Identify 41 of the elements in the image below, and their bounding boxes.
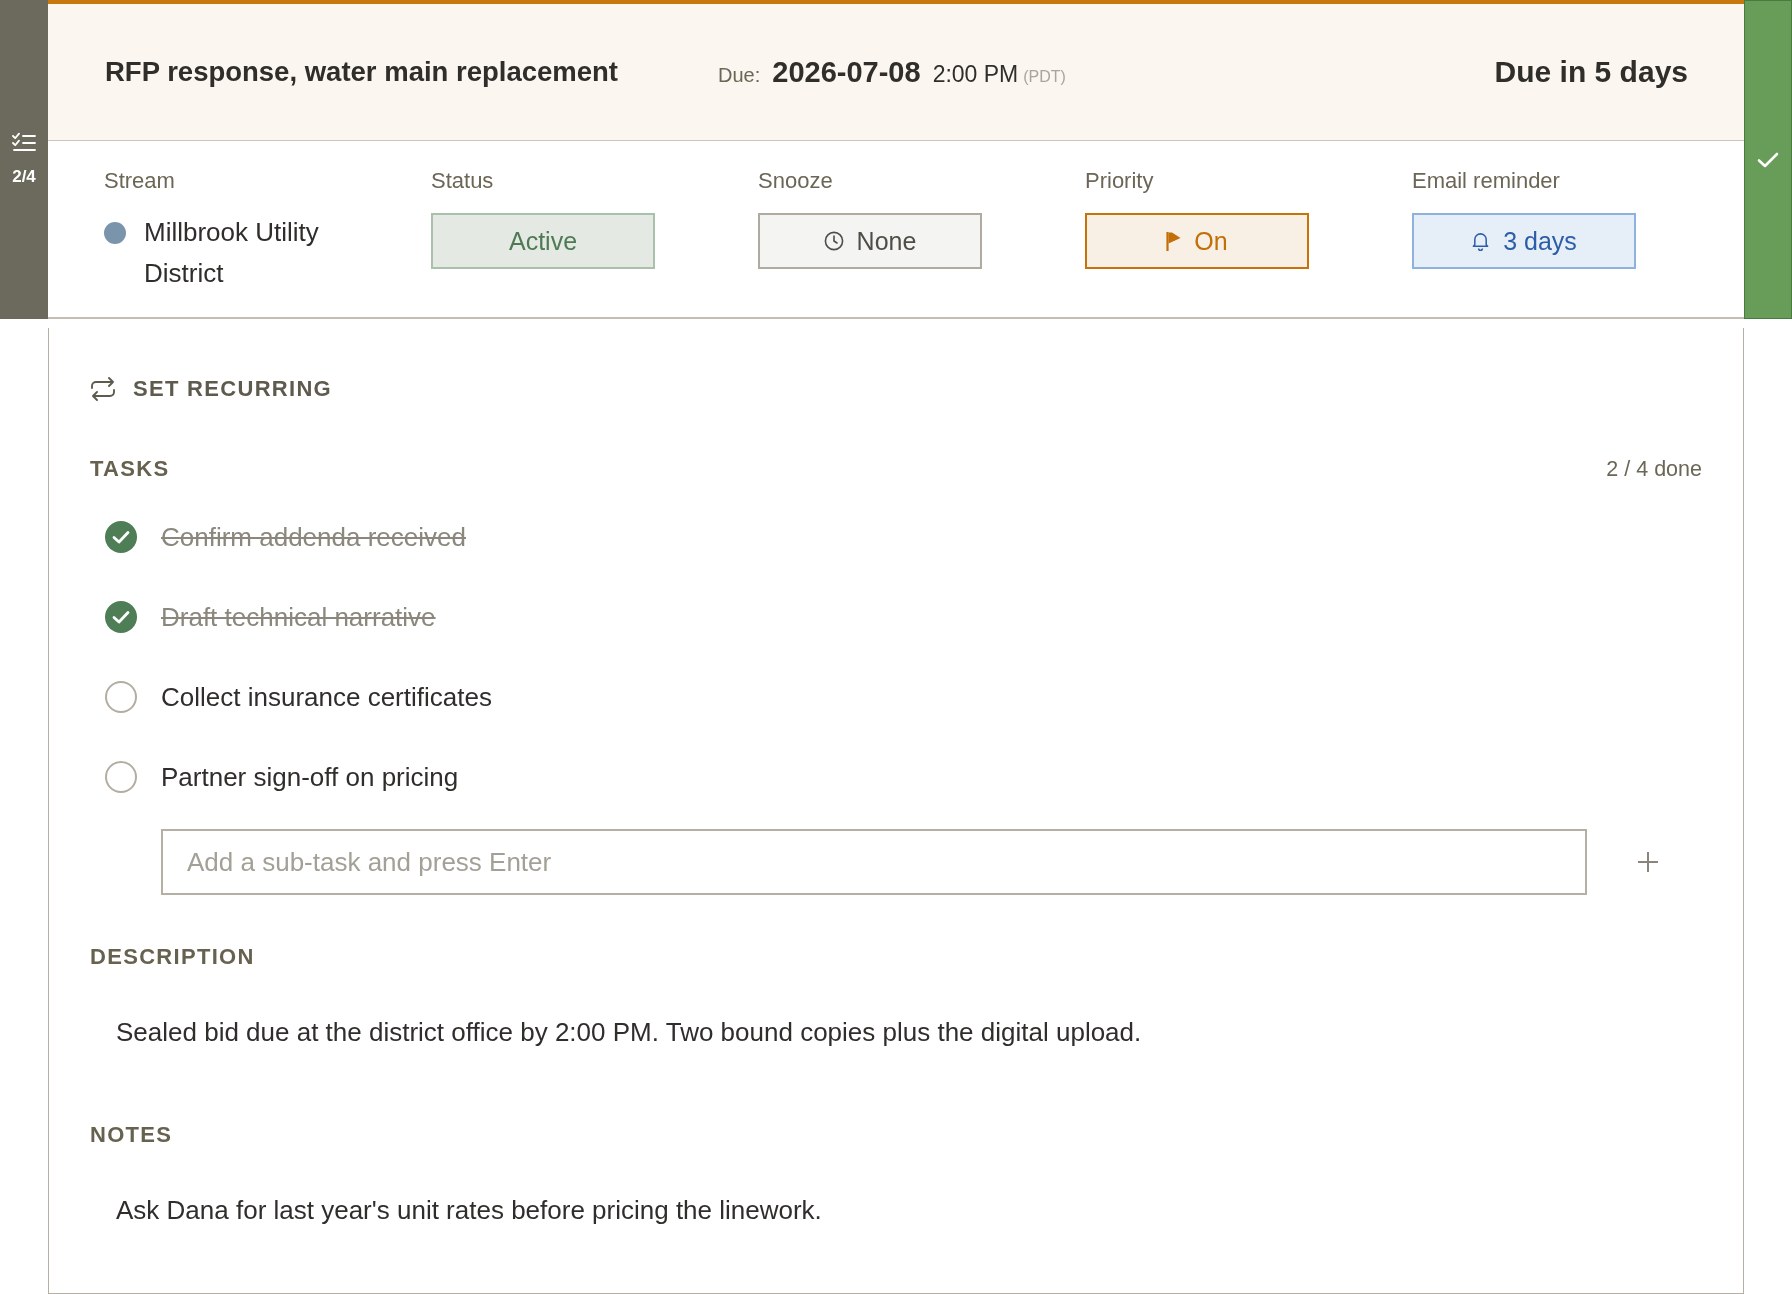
priority-button[interactable]: On	[1085, 213, 1309, 269]
set-recurring-button[interactable]: SET RECURRING	[90, 374, 333, 404]
reminder-button[interactable]: 3 days	[1412, 213, 1636, 269]
notes-text: Ask Dana for last year's unit rates before pricing the linework.	[116, 1195, 822, 1225]
description-text: Sealed bid due at the district office by 2:00 PM. Two bound copies plus the digital upload.	[116, 1017, 1142, 1047]
task-title: RFP response, water main replacement	[105, 56, 619, 88]
property-label: Status	[431, 167, 494, 195]
task-checkbox[interactable]	[105, 761, 137, 793]
bell-icon	[1471, 231, 1491, 251]
repeat-icon	[90, 377, 116, 401]
task-text: Partner sign-off on pricing	[161, 761, 459, 793]
status-button[interactable]: Active	[431, 213, 655, 269]
task-text: Draft technical narrative	[161, 601, 436, 633]
property-label: Snooze	[758, 167, 833, 195]
notes-heading: NOTES	[90, 1121, 173, 1149]
clock-icon	[823, 231, 844, 251]
task-checkbox[interactable]	[105, 681, 137, 713]
tasks-heading: TASKS	[90, 456, 170, 482]
checkmark-icon	[1757, 151, 1779, 168]
flag-icon	[1166, 230, 1182, 252]
tasks-done-count: 2 / 4 done	[1606, 456, 1702, 482]
task-text: Collect insurance certificates	[161, 681, 492, 713]
task-text: Confirm addenda received	[161, 521, 466, 553]
stream-name: Millbrook Utility District	[144, 216, 320, 290]
due-countdown: Due in 5 days	[1494, 55, 1688, 89]
timezone: (PDT)	[1023, 67, 1066, 86]
plus-icon	[1637, 851, 1659, 873]
add-subtask-button[interactable]	[1637, 851, 1659, 873]
due-time: 2:00 PM	[932, 60, 1019, 88]
subtask-count: 2/4	[12, 167, 36, 187]
subtask-input[interactable]: Add a sub-task and press Enter	[161, 829, 1587, 895]
due-label: Due:	[718, 63, 761, 87]
property-label: Email reminder	[1412, 167, 1560, 195]
task-checkbox[interactable]	[105, 601, 137, 633]
checklist-icon	[12, 132, 36, 152]
snooze-button[interactable]: None	[758, 213, 982, 269]
description-heading: DESCRIPTION	[90, 943, 255, 971]
property-label: Priority	[1085, 167, 1154, 195]
task-checkbox[interactable]	[105, 521, 137, 553]
due-date: 2026-07-08	[772, 55, 921, 89]
property-label: Stream	[104, 167, 175, 195]
